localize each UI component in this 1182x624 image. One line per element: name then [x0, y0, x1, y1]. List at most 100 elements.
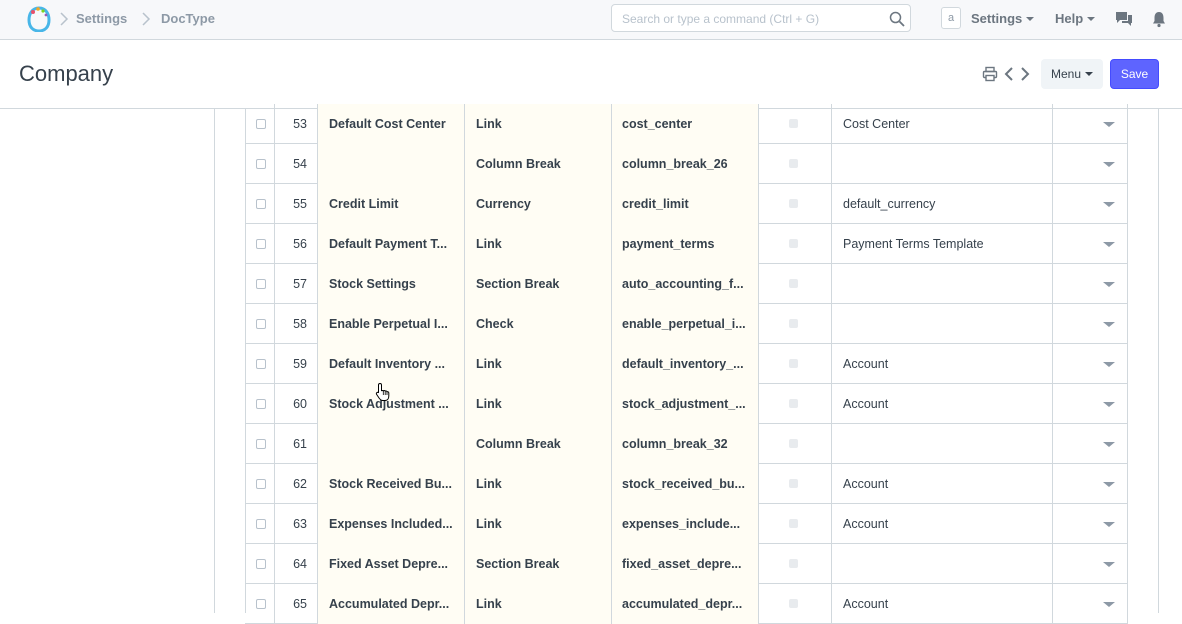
mandatory-cell[interactable] — [759, 184, 832, 224]
field-label-cell[interactable]: Default Payment T... — [318, 224, 465, 264]
field-options-cell[interactable]: Account — [832, 344, 1053, 384]
field-options-cell[interactable] — [832, 544, 1053, 584]
table-row[interactable]: 64 Fixed Asset Depre... Section Break fixed… — [245, 544, 1128, 584]
field-name-cell[interactable]: expenses_include... — [612, 504, 759, 544]
bell-icon[interactable] — [1150, 10, 1168, 28]
table-row[interactable]: 65 Accumulated Depr... Link accumulated_dep… — [245, 584, 1128, 624]
table-row[interactable]: 55 Credit Limit Currency credit_limit defaul… — [245, 184, 1128, 224]
mandatory-cell[interactable] — [759, 304, 832, 344]
field-label-cell[interactable]: Default Cost Center — [318, 104, 465, 144]
field-options-cell[interactable]: default_currency — [832, 184, 1053, 224]
field-label-cell[interactable]: Credit Limit — [318, 184, 465, 224]
row-edit-cell[interactable] — [1053, 344, 1128, 384]
save-button[interactable]: Save — [1110, 59, 1159, 89]
field-name-cell[interactable]: payment_terms — [612, 224, 759, 264]
field-type-cell[interactable]: Column Break — [465, 144, 612, 184]
field-label-cell[interactable]: Expenses Included... — [318, 504, 465, 544]
chevron-down-icon[interactable] — [1103, 562, 1115, 567]
row-edit-cell[interactable] — [1053, 224, 1128, 264]
field-type-cell[interactable]: Link — [465, 384, 612, 424]
mandatory-cell[interactable] — [759, 224, 832, 264]
field-name-cell[interactable]: stock_adjustment_... — [612, 384, 759, 424]
row-checkbox[interactable] — [256, 359, 266, 369]
field-label-cell[interactable]: Stock Settings — [318, 264, 465, 304]
chevron-down-icon[interactable] — [1103, 442, 1115, 447]
field-name-cell[interactable]: default_inventory_... — [612, 344, 759, 384]
mandatory-cell[interactable] — [759, 504, 832, 544]
field-name-cell[interactable]: fixed_asset_depre... — [612, 544, 759, 584]
table-row[interactable]: 54 Column Break column_break_26 — [245, 144, 1128, 184]
field-type-cell[interactable]: Link — [465, 584, 612, 624]
table-row[interactable]: 62 Stock Received Bu... Link stock_received… — [245, 464, 1128, 504]
field-type-cell[interactable]: Link — [465, 504, 612, 544]
field-options-cell[interactable] — [832, 424, 1053, 464]
field-type-cell[interactable]: Link — [465, 464, 612, 504]
search-icon[interactable] — [889, 11, 905, 27]
field-type-cell[interactable]: Link — [465, 104, 612, 144]
row-checkbox[interactable] — [256, 439, 266, 449]
row-edit-cell[interactable] — [1053, 184, 1128, 224]
chevron-down-icon[interactable] — [1103, 322, 1115, 327]
search-input[interactable]: Search or type a command (Ctrl + G) — [611, 4, 911, 32]
field-type-cell[interactable]: Section Break — [465, 264, 612, 304]
field-name-cell[interactable]: stock_received_bu... — [612, 464, 759, 504]
mandatory-checkbox[interactable] — [789, 319, 798, 328]
mandatory-cell[interactable] — [759, 584, 832, 624]
chevron-down-icon[interactable] — [1103, 282, 1115, 287]
mandatory-checkbox[interactable] — [789, 279, 798, 288]
field-options-cell[interactable]: Account — [832, 384, 1053, 424]
table-row[interactable]: 61 Column Break column_break_32 — [245, 424, 1128, 464]
mandatory-cell[interactable] — [759, 104, 832, 144]
row-edit-cell[interactable] — [1053, 544, 1128, 584]
field-name-cell[interactable]: column_break_26 — [612, 144, 759, 184]
mandatory-cell[interactable] — [759, 544, 832, 584]
field-label-cell[interactable]: Default Inventory ... — [318, 344, 465, 384]
table-row[interactable]: 58 Enable Perpetual I... Check enable_perpe… — [245, 304, 1128, 344]
field-label-cell[interactable]: Accumulated Depr... — [318, 584, 465, 624]
logo-icon[interactable] — [27, 6, 51, 32]
row-edit-cell[interactable] — [1053, 424, 1128, 464]
table-row[interactable]: 59 Default Inventory ... Link default_inven… — [245, 344, 1128, 384]
field-options-cell[interactable] — [832, 304, 1053, 344]
row-edit-cell[interactable] — [1053, 104, 1128, 144]
print-icon[interactable] — [982, 66, 998, 82]
field-label-cell[interactable] — [318, 144, 465, 184]
chevron-left-icon[interactable] — [1001, 66, 1017, 82]
field-label-cell[interactable]: Stock Adjustment ... — [318, 384, 465, 424]
row-edit-cell[interactable] — [1053, 464, 1128, 504]
chat-icon[interactable] — [1115, 10, 1133, 28]
field-options-cell[interactable] — [832, 144, 1053, 184]
mandatory-checkbox[interactable] — [789, 119, 798, 128]
field-type-cell[interactable]: Section Break — [465, 544, 612, 584]
row-checkbox[interactable] — [256, 319, 266, 329]
row-checkbox[interactable] — [256, 279, 266, 289]
table-row[interactable]: 53 Default Cost Center Link cost_center Cost… — [245, 104, 1128, 144]
field-options-cell[interactable] — [832, 264, 1053, 304]
row-checkbox[interactable] — [256, 399, 266, 409]
field-name-cell[interactable]: cost_center — [612, 104, 759, 144]
mandatory-checkbox[interactable] — [789, 439, 798, 448]
row-checkbox[interactable] — [256, 119, 266, 129]
mandatory-checkbox[interactable] — [789, 519, 798, 528]
row-edit-cell[interactable] — [1053, 304, 1128, 344]
row-edit-cell[interactable] — [1053, 264, 1128, 304]
chevron-down-icon[interactable] — [1103, 522, 1115, 527]
field-label-cell[interactable] — [318, 424, 465, 464]
mandatory-cell[interactable] — [759, 264, 832, 304]
mandatory-cell[interactable] — [759, 344, 832, 384]
breadcrumb-doctype[interactable]: DocType — [161, 11, 215, 26]
field-type-cell[interactable]: Column Break — [465, 424, 612, 464]
table-row[interactable]: 57 Stock Settings Section Break auto_accoun… — [245, 264, 1128, 304]
row-checkbox[interactable] — [256, 239, 266, 249]
row-edit-cell[interactable] — [1053, 384, 1128, 424]
field-type-cell[interactable]: Check — [465, 304, 612, 344]
field-label-cell[interactable]: Fixed Asset Depre... — [318, 544, 465, 584]
chevron-down-icon[interactable] — [1103, 242, 1115, 247]
mandatory-cell[interactable] — [759, 464, 832, 504]
row-edit-cell[interactable] — [1053, 584, 1128, 624]
field-type-cell[interactable]: Link — [465, 224, 612, 264]
row-checkbox[interactable] — [256, 159, 266, 169]
field-name-cell[interactable]: credit_limit — [612, 184, 759, 224]
chevron-right-icon[interactable] — [1017, 66, 1033, 82]
field-type-cell[interactable]: Currency — [465, 184, 612, 224]
